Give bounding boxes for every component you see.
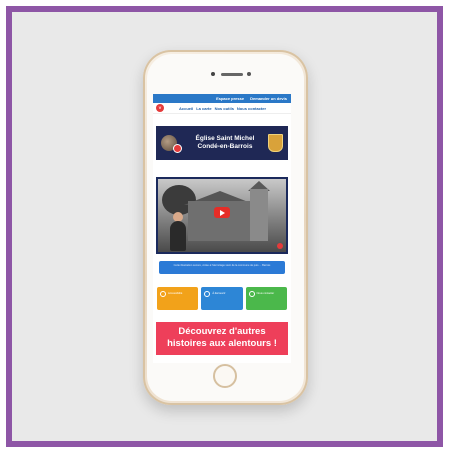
main-nav: V Accueil La carte Nos outils Nous conta…: [153, 103, 291, 114]
video-logo-icon: [277, 243, 283, 249]
press-link[interactable]: Espace presse: [216, 96, 244, 101]
nav-item-tools[interactable]: Nos outils: [215, 106, 234, 111]
site-logo[interactable]: V: [156, 104, 164, 112]
contact-icon: [248, 291, 255, 297]
card-discover[interactable]: À découvrir: [201, 287, 243, 310]
nav-item-contact[interactable]: Nous contacter: [237, 106, 266, 111]
feature-cards: Accessibilité À découvrir Nous contacter: [157, 287, 287, 310]
church-header: Église Saint Michel Condé-en-Barrois: [156, 126, 288, 160]
discover-more-button[interactable]: Découvrez d'autres histoires aux alentou…: [156, 322, 288, 355]
video-player[interactable]: [156, 177, 288, 254]
nav-item-home[interactable]: Accueil: [179, 106, 193, 111]
church-tower: [250, 189, 268, 241]
speaker-grille: [221, 73, 243, 76]
play-icon: [219, 209, 225, 216]
info-banner: Cette illustration sonore, créée à l'Her…: [159, 261, 285, 274]
info-text: Cette illustration sonore, créée à l'Her…: [173, 264, 271, 267]
phone-screen: Espace presse Demander un devis V Accuei…: [153, 94, 291, 363]
home-button[interactable]: [213, 364, 237, 388]
sensor-icon: [247, 72, 251, 76]
title-line-1: Église Saint Michel: [195, 135, 255, 142]
cta-line-1: Découvrez d'autres: [178, 326, 266, 337]
card-accessibility[interactable]: Accessibilité: [157, 287, 199, 310]
title-line-2: Condé-en-Barrois: [197, 143, 253, 150]
camera-icon: [211, 72, 215, 76]
card-label: Nous contacter: [256, 292, 275, 295]
page-title: Église Saint Michel Condé-en-Barrois: [182, 135, 268, 151]
accessibility-icon: [160, 291, 166, 297]
quote-link[interactable]: Demander un devis: [250, 96, 287, 101]
card-label: À découvrir: [212, 292, 226, 295]
play-button[interactable]: [214, 207, 230, 218]
nav-item-map[interactable]: La carte: [196, 106, 211, 111]
card-contact[interactable]: Nous contacter: [245, 287, 287, 310]
cta-line-2: histoires aux alentours !: [167, 338, 277, 349]
narrator-figure: [170, 221, 186, 251]
audio-badge-icon: [173, 143, 182, 153]
top-bar: Espace presse Demander un devis: [153, 94, 291, 103]
info-icon: [204, 291, 211, 297]
card-label: Accessibilité: [168, 292, 183, 295]
coat-of-arms-icon: [268, 134, 283, 152]
